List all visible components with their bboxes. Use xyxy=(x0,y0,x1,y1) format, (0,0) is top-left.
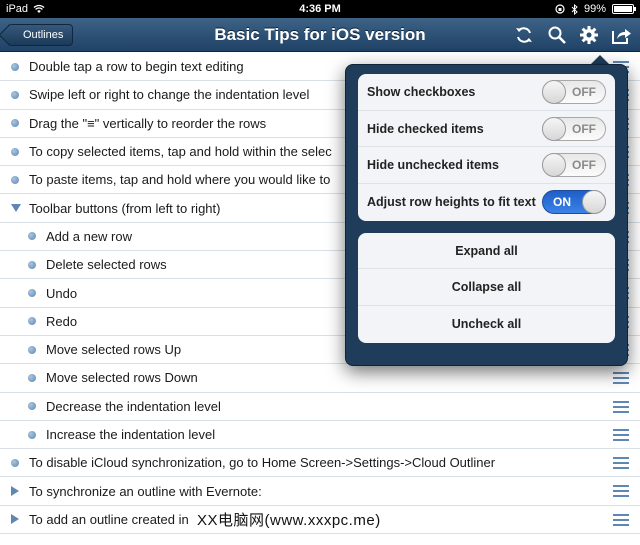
row-text: Increase the indentation level xyxy=(46,427,216,442)
reorder-handle-icon[interactable] xyxy=(613,485,629,498)
wifi-icon xyxy=(33,4,45,13)
refresh-icon[interactable] xyxy=(512,23,536,47)
switch-knob xyxy=(542,153,566,178)
bullet-icon xyxy=(28,430,36,439)
show-checkboxes-switch[interactable]: OFF xyxy=(542,79,606,104)
bullet-icon xyxy=(11,458,19,467)
settings-popover: Show checkboxes OFF Hide checked items O… xyxy=(345,64,628,366)
collapsed-triangle-icon[interactable] xyxy=(11,514,19,525)
row-text: Move selected rows Up xyxy=(46,342,182,358)
switch-state: OFF xyxy=(572,121,596,136)
outline-row[interactable]: Move selected rows Down xyxy=(0,364,640,393)
row-text: Swipe left or right to change the indent… xyxy=(29,87,310,103)
device-label: iPad xyxy=(6,3,29,15)
share-icon[interactable] xyxy=(609,23,633,47)
row-text: To paste items, tap and hold where you w… xyxy=(29,172,331,188)
hide-checked-switch[interactable]: OFF xyxy=(542,116,606,141)
reorder-handle-icon[interactable] xyxy=(613,457,629,470)
row-text: Drag the "≡" vertically to reorder the r… xyxy=(29,115,267,131)
switch-knob xyxy=(582,190,606,215)
toggle-label: Adjust row heights to fit text xyxy=(367,195,536,210)
bullet-icon xyxy=(28,289,36,298)
row-text: Toolbar buttons (from left to right) xyxy=(29,200,221,216)
row-text: Add a new row xyxy=(46,228,132,244)
bullet-icon xyxy=(11,119,19,128)
outline-row[interactable]: To disable iCloud synchronization, go to… xyxy=(0,449,640,478)
status-bar: iPad 4:36 PM 99% xyxy=(0,0,640,18)
gear-icon[interactable] xyxy=(577,23,601,47)
row-text: Delete selected rows xyxy=(46,257,167,273)
status-time: 4:36 PM xyxy=(299,3,341,15)
bullet-icon xyxy=(28,345,36,354)
bullet-icon xyxy=(11,175,19,184)
bullet-icon xyxy=(11,90,19,99)
switch-state: ON xyxy=(553,195,571,210)
adjust-row-heights-switch[interactable]: ON xyxy=(542,190,606,215)
row-text: Redo xyxy=(46,313,78,329)
expand-all-button[interactable]: Expand all xyxy=(358,233,615,270)
bullet-icon xyxy=(28,232,36,241)
toggle-row-adjust-row-heights: Adjust row heights to fit text ON xyxy=(358,184,615,221)
reorder-handle-icon[interactable] xyxy=(613,428,629,441)
toggle-row-hide-checked: Hide checked items OFF xyxy=(358,111,615,148)
switch-state: OFF xyxy=(572,84,596,99)
lock-rotation-icon xyxy=(555,4,565,14)
row-text: Double tap a row to begin text editing xyxy=(29,59,244,75)
row-text: To add an outline created in xyxy=(29,511,189,527)
collapsed-triangle-icon[interactable] xyxy=(11,486,19,497)
reorder-handle-icon[interactable] xyxy=(613,400,629,413)
switch-knob xyxy=(542,116,566,141)
outlines-back-button[interactable]: Outlines xyxy=(8,24,74,46)
outline-row[interactable]: Increase the indentation level xyxy=(0,421,640,450)
bluetooth-icon xyxy=(571,3,578,15)
battery-icon xyxy=(612,4,636,14)
bullet-icon xyxy=(11,62,19,71)
toggle-label: Hide unchecked items xyxy=(367,158,499,173)
row-text: To copy selected items, tap and hold wit… xyxy=(29,144,332,160)
bullet-icon xyxy=(28,402,36,411)
outline-row[interactable]: Decrease the indentation level xyxy=(0,393,640,421)
toggle-label: Hide checked items xyxy=(367,121,484,136)
bullet-icon xyxy=(28,373,36,382)
expanded-triangle-icon[interactable] xyxy=(11,204,21,213)
switch-state: OFF xyxy=(572,158,596,173)
reorder-handle-icon[interactable] xyxy=(613,372,629,385)
uncheck-all-button[interactable]: Uncheck all xyxy=(358,306,615,343)
search-icon[interactable] xyxy=(545,23,569,47)
toggle-label: Show checkboxes xyxy=(367,84,476,99)
row-text: To disable iCloud synchronization, go to… xyxy=(29,455,496,471)
switch-knob xyxy=(542,79,566,104)
row-text: Decrease the indentation level xyxy=(46,398,221,414)
actions-group: Expand all Collapse all Uncheck all xyxy=(358,232,615,343)
back-button-label: Outlines xyxy=(23,29,64,41)
row-text: Move selected rows Down xyxy=(46,370,198,386)
bullet-icon xyxy=(28,260,36,269)
bullet-icon xyxy=(28,317,36,326)
reorder-handle-icon[interactable] xyxy=(613,513,629,526)
row-text: To synchronize an outline with Evernote: xyxy=(29,483,262,499)
bullet-icon xyxy=(11,147,19,156)
collapse-all-button[interactable]: Collapse all xyxy=(358,269,615,307)
row-text: Undo xyxy=(46,285,78,301)
watermark-text: XX电脑网(www.xxxpc.me) xyxy=(197,512,381,529)
outline-row[interactable]: To synchronize an outline with Evernote: xyxy=(0,477,640,506)
hide-unchecked-switch[interactable]: OFF xyxy=(542,153,606,178)
page-title: Basic Tips for iOS version xyxy=(214,25,426,44)
toggle-row-show-checkboxes: Show checkboxes OFF xyxy=(358,74,615,111)
toggle-row-hide-unchecked: Hide unchecked items OFF xyxy=(358,147,615,185)
navigation-bar: Outlines Basic Tips for iOS version xyxy=(0,18,640,52)
settings-group: Show checkboxes OFF Hide checked items O… xyxy=(358,74,615,221)
battery-percent: 99% xyxy=(583,3,606,15)
